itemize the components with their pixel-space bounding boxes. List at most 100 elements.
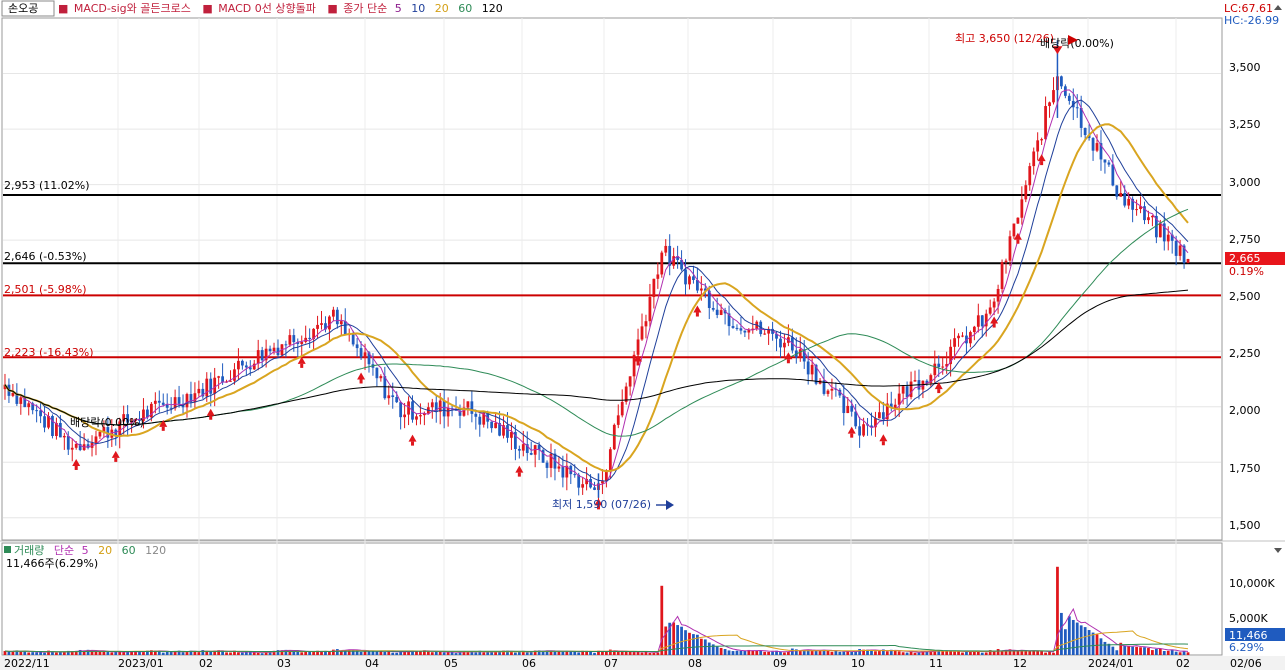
hc-value: HC:-26.99 <box>1224 14 1279 27</box>
candle-body <box>684 269 687 285</box>
candle-body <box>1052 90 1055 103</box>
candle-body <box>1091 138 1095 151</box>
candle-body <box>806 361 810 375</box>
x-label: 02 <box>1176 657 1190 670</box>
candle-body <box>288 335 292 345</box>
x-label: 09 <box>773 657 787 670</box>
candle-body <box>779 338 782 348</box>
price-tick: 2,500 <box>1229 290 1261 303</box>
volume-bar <box>893 650 897 655</box>
volume-bar <box>672 622 676 655</box>
volume-bar <box>767 651 770 655</box>
candle-body <box>213 377 217 394</box>
volume-bar <box>142 652 145 655</box>
candle-body <box>98 432 102 437</box>
candle-body <box>490 421 494 429</box>
volume-bar <box>620 651 624 655</box>
candle-body <box>240 360 244 366</box>
volume-bar <box>965 651 968 655</box>
candle-body <box>901 386 905 394</box>
volume-bar <box>98 651 102 655</box>
volume-bar <box>660 585 664 655</box>
scroll-down-icon[interactable] <box>1274 548 1282 553</box>
candle-body <box>957 335 960 339</box>
candle-body <box>1115 185 1119 197</box>
level-label-2501: 2,501 (-5.98%) <box>4 283 86 296</box>
volume-bar <box>62 652 66 655</box>
volume-bar <box>1178 652 1182 655</box>
candle-body <box>185 394 189 408</box>
candle-body <box>35 410 39 412</box>
candle-body <box>1095 143 1099 151</box>
level-label-2953: 2,953 (11.02%) <box>4 179 90 192</box>
candle-body <box>620 401 624 416</box>
candle-body <box>419 415 422 417</box>
header-indicators: ■ MACD-sig와 골든크로스 ■ MACD 0선 상향돌파 ■ 종가 단순… <box>58 2 503 15</box>
volume-bar <box>169 651 173 655</box>
candle-body <box>913 380 917 382</box>
volume-bar <box>783 652 786 655</box>
buy-signal-arrow-stem <box>74 465 78 470</box>
volume-bar <box>474 652 478 655</box>
volume-bar <box>692 634 695 655</box>
price-tick: 2,000 <box>1229 404 1261 417</box>
candle-body <box>494 422 497 429</box>
volume-bar <box>1048 651 1051 655</box>
buy-signal-arrow-stem <box>209 415 213 420</box>
price-panel <box>1 17 1223 541</box>
candle-body <box>660 252 664 275</box>
candle-body <box>810 364 814 375</box>
candle-body <box>27 403 31 408</box>
buy-signal-arrow-stem <box>786 359 790 364</box>
volume-bar <box>122 652 126 655</box>
candle-body <box>850 405 854 412</box>
volume-bar <box>790 648 794 655</box>
volume-bar <box>1087 630 1091 655</box>
candle-body <box>209 378 213 394</box>
candle-body <box>632 354 636 377</box>
candle-body <box>58 422 62 438</box>
candle-body <box>442 400 446 417</box>
volume-bar <box>897 651 901 655</box>
volume-bar <box>1071 619 1075 655</box>
indicator-macd-zero: MACD 0선 상향돌파 <box>218 2 316 15</box>
volume-bar <box>1135 646 1138 655</box>
candle-body <box>1174 240 1178 256</box>
candle-body <box>470 401 474 414</box>
candle-body <box>1032 151 1036 167</box>
volume-bar <box>727 650 731 655</box>
candle-body <box>992 301 996 308</box>
volume-bar <box>225 652 228 655</box>
x-label: 02/06 <box>1230 657 1262 670</box>
candle-body <box>612 424 616 450</box>
volume-bar <box>632 652 636 655</box>
candle-body <box>165 404 169 408</box>
candle-body <box>1060 76 1063 87</box>
candle-body <box>735 327 739 329</box>
volume-bar <box>1162 651 1166 655</box>
indicator-close-ma: 종가 단순 <box>343 2 387 15</box>
candle-body <box>1048 102 1051 107</box>
volume-bar <box>434 651 438 655</box>
candle-body <box>335 309 339 325</box>
candle-body <box>1135 209 1138 211</box>
candle-body <box>244 365 248 368</box>
candle-body <box>628 376 632 387</box>
volume-bar <box>1111 646 1115 655</box>
volume-bar <box>703 639 707 655</box>
volume-bar <box>608 649 612 655</box>
candle-body <box>980 315 984 327</box>
scroll-up-icon[interactable] <box>1274 5 1282 10</box>
candle-body <box>1036 140 1040 152</box>
candle-body <box>648 297 652 322</box>
x-label: 07 <box>604 657 618 670</box>
candle-body <box>1008 236 1012 261</box>
level-label-2223: 2,223 (-16.43%) <box>4 346 93 359</box>
volume-bar <box>1099 638 1103 655</box>
volume-label: 거래량 <box>14 544 44 557</box>
candle-body <box>308 337 312 340</box>
volume-bar <box>1115 650 1119 655</box>
volume-bar <box>684 630 687 655</box>
volume-bar <box>1147 648 1150 655</box>
candle-body <box>256 350 260 364</box>
